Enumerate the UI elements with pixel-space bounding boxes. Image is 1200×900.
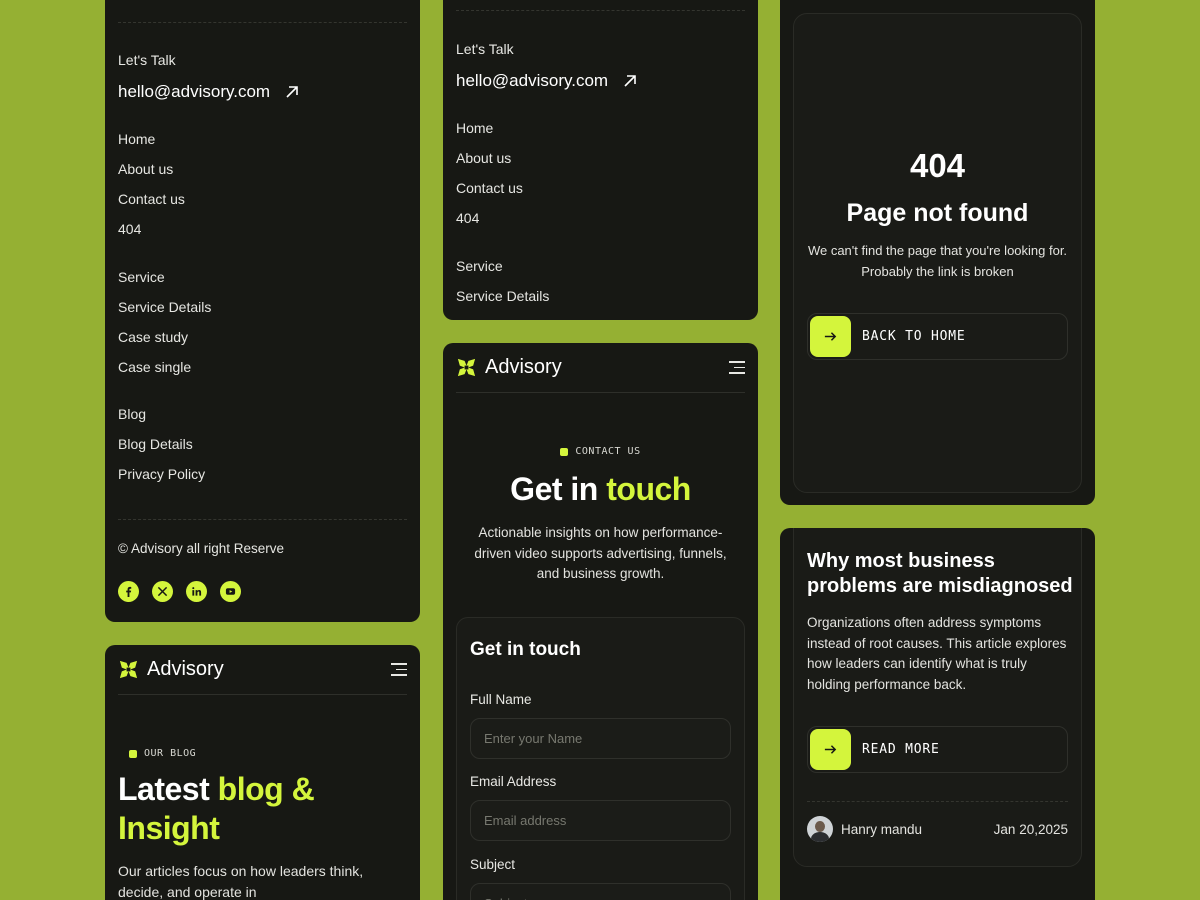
full-name-label: Full Name	[470, 692, 532, 707]
brand-name: Advisory	[485, 356, 562, 378]
full-name-input[interactable]: Enter your Name	[470, 718, 731, 759]
blog-intro: Our articles focus on how leaders think,…	[118, 863, 364, 900]
section-tag: OUR BLOG	[129, 748, 196, 759]
footer-link-service-details[interactable]: Service Details	[118, 299, 211, 315]
divider	[807, 801, 1068, 802]
copyright-text: © Advisory all right Reserve	[118, 541, 285, 556]
divider	[118, 22, 407, 23]
blog-header-card: Advisory OUR BLOG Latest blog & Insight …	[105, 645, 420, 900]
email-label: Email Address	[470, 774, 557, 789]
article-excerpt: Organizations often address symptoms ins…	[807, 615, 1067, 692]
footer-link-about[interactable]: About us	[456, 150, 511, 166]
footer-link-blog[interactable]: Blog	[118, 406, 146, 422]
divider	[456, 10, 745, 11]
brand-logo[interactable]: Advisory	[118, 658, 224, 681]
footer-link-case-single[interactable]: Case single	[118, 359, 191, 375]
notfound-panel: 404 Page not found We can't find the pag…	[793, 13, 1082, 493]
email-text: hello@advisory.com	[118, 82, 271, 101]
advisory-logo-icon	[457, 358, 476, 377]
footer-link-home[interactable]: Home	[456, 120, 493, 136]
site-header: Advisory	[456, 343, 745, 393]
contact-form: Get in touch Full Name Enter your Name E…	[456, 617, 745, 900]
footer-link-contact[interactable]: Contact us	[118, 191, 185, 207]
site-header: Advisory	[118, 645, 407, 695]
author-name: Hanry mandu	[841, 821, 923, 837]
footer-link-about[interactable]: About us	[118, 161, 173, 177]
menu-icon[interactable]	[391, 663, 407, 676]
footer-card-full: Let's Talk hello@advisory.com Home About…	[105, 0, 420, 622]
read-more-label: READ MORE	[862, 742, 940, 757]
article-date: Jan 20,2025	[993, 821, 1068, 837]
youtube-icon[interactable]	[220, 581, 241, 602]
footer-link-privacy[interactable]: Privacy Policy	[118, 466, 205, 482]
read-more-button[interactable]: READ MORE	[807, 726, 1068, 773]
x-icon[interactable]	[152, 581, 173, 602]
footer-link-contact[interactable]: Contact us	[456, 180, 523, 196]
subject-label: Subject	[470, 857, 516, 872]
arrow-up-right-icon	[624, 75, 636, 87]
linkedin-icon[interactable]	[186, 581, 207, 602]
tag-square-icon	[129, 749, 137, 758]
advisory-logo-icon	[119, 660, 138, 679]
notfound-title: Page not found	[846, 199, 1029, 227]
back-to-home-button[interactable]: BACK TO HOME	[807, 313, 1068, 360]
email-link[interactable]: hello@advisory.com	[118, 82, 300, 102]
author-row: Hanry mandu Jan 20,2025	[807, 816, 1068, 842]
error-code: 404	[909, 147, 966, 184]
footer-link-case-study[interactable]: Case study	[118, 329, 188, 345]
article-panel: Why most business problems are misdiagno…	[793, 528, 1082, 867]
article-title: Why most business problems are misdiagno…	[807, 550, 1073, 597]
menu-icon[interactable]	[729, 361, 745, 374]
brand-logo[interactable]: Advisory	[456, 356, 562, 379]
footer-link-service[interactable]: Service	[118, 269, 165, 285]
notfound-card: 404 Page not found We can't find the pag…	[780, 0, 1095, 505]
footer-link-service-details[interactable]: Service Details	[456, 288, 549, 304]
article-card: Why most business problems are misdiagno…	[780, 528, 1095, 900]
lets-talk-label: Let's Talk	[456, 41, 514, 57]
avatar	[807, 816, 833, 842]
footer-link-service[interactable]: Service	[456, 258, 503, 274]
footer-link-blog-details[interactable]: Blog Details	[118, 436, 193, 452]
email-text: hello@advisory.com	[456, 71, 609, 90]
arrow-right-icon	[810, 316, 851, 357]
back-to-home-label: BACK TO HOME	[862, 329, 966, 344]
brand-name: Advisory	[147, 658, 224, 680]
social-links	[118, 581, 241, 602]
contact-card: Advisory CONTACT US Get in touch Actiona…	[443, 343, 758, 900]
divider	[118, 519, 407, 520]
notfound-line-1: We can't find the page that you're looki…	[807, 243, 1068, 258]
lets-talk-label: Let's Talk	[118, 52, 176, 68]
contact-intro: Actionable insights on how performance-d…	[474, 525, 727, 581]
footer-link-404[interactable]: 404	[118, 221, 141, 237]
tag-square-icon	[560, 447, 569, 456]
section-tag: CONTACT US	[443, 446, 758, 457]
author[interactable]: Hanry mandu	[807, 816, 922, 842]
notfound-line-2: Probably the link is broken	[861, 264, 1014, 279]
email-input[interactable]: Email address	[470, 800, 731, 841]
facebook-icon[interactable]	[118, 581, 139, 602]
footer-link-404[interactable]: 404	[456, 210, 479, 226]
subject-input[interactable]: Subject	[470, 883, 731, 900]
form-title: Get in touch	[470, 639, 581, 660]
footer-link-home[interactable]: Home	[118, 131, 155, 147]
arrow-up-right-icon	[286, 86, 298, 98]
contact-heading: Get in touch	[510, 471, 691, 507]
footer-card-short: Let's Talk hello@advisory.com Home About…	[443, 0, 758, 320]
arrow-right-icon	[810, 729, 851, 770]
email-link[interactable]: hello@advisory.com	[456, 71, 638, 91]
blog-heading: Latest blog & Insight	[118, 771, 315, 846]
